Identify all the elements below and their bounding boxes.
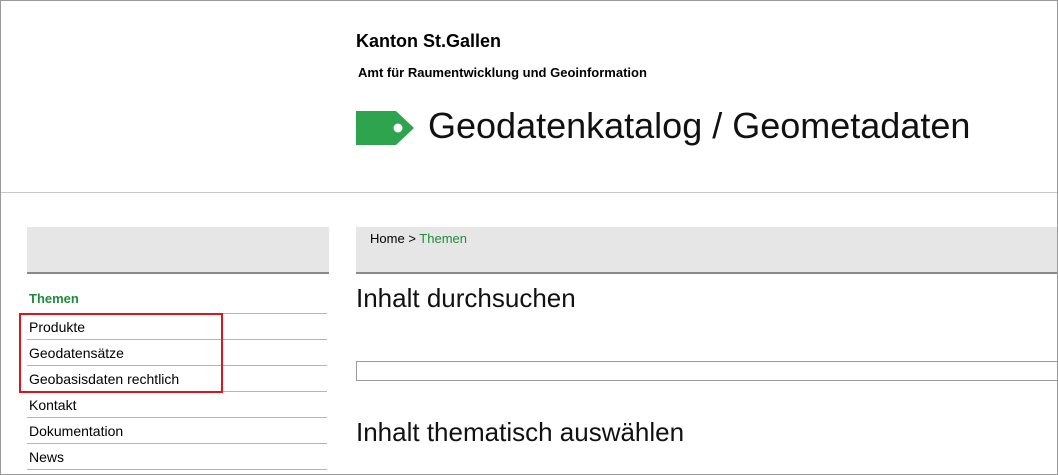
search-heading: Inhalt durchsuchen: [356, 283, 576, 313]
sidebar-heading-themen[interactable]: Themen: [27, 291, 327, 314]
breadcrumb: Home > Themen: [370, 231, 467, 246]
page-frame: Kanton St.Gallen Amt für Raumentwicklung…: [0, 0, 1058, 475]
themes-heading: Inhalt thematisch auswählen: [356, 417, 685, 447]
office-name: Amt für Raumentwicklung und Geoinformati…: [358, 65, 647, 80]
sidebar-item-dokumentation[interactable]: Dokumentation: [27, 418, 327, 444]
sidebar-item-kontakt[interactable]: Kontakt: [27, 392, 327, 418]
sidebar-top-bar: [27, 227, 329, 274]
site-title: Geodatenkatalog / Geometadaten: [428, 105, 971, 146]
breadcrumb-separator: >: [408, 231, 416, 246]
sidebar-item-news[interactable]: News: [27, 444, 327, 470]
search-input[interactable]: [356, 361, 1057, 381]
tag-icon: [356, 111, 414, 150]
header-divider: [1, 192, 1057, 193]
highlight-box: [19, 313, 223, 393]
breadcrumb-current[interactable]: Themen: [419, 231, 467, 246]
canton-name: Kanton St.Gallen: [356, 31, 502, 51]
breadcrumb-home[interactable]: Home: [370, 231, 405, 246]
